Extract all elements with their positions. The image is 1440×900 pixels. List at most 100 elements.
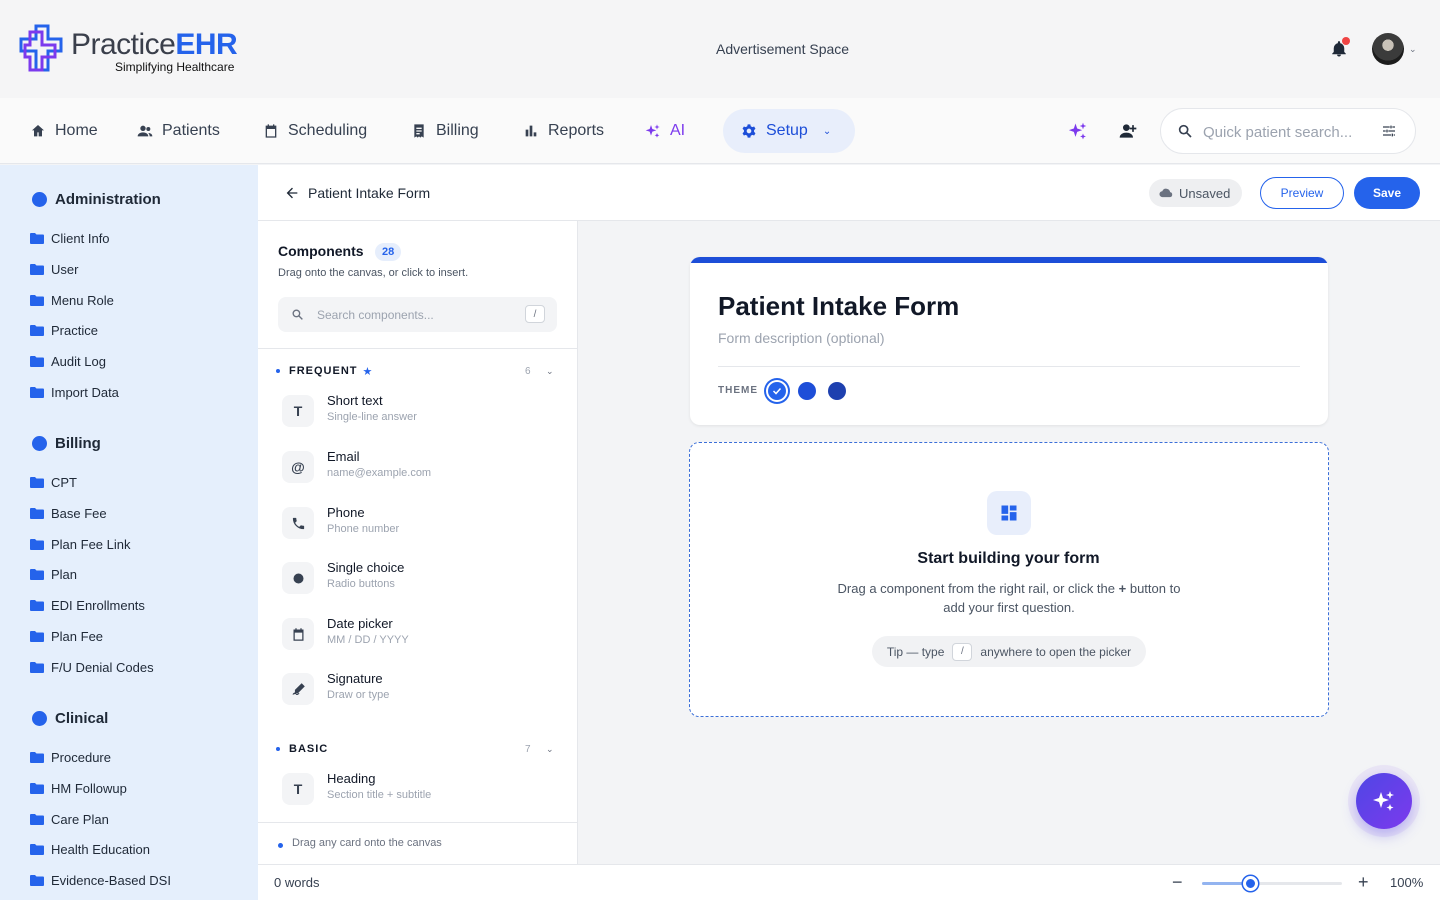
- word-count: 0 words: [274, 875, 320, 890]
- empty-state-title: Start building your form: [917, 550, 1100, 567]
- gear-icon: [742, 124, 756, 138]
- components-search-input[interactable]: [317, 306, 517, 324]
- empty-state-description: Drag a component from the right rail, or…: [837, 581, 1181, 615]
- form-drop-zone[interactable]: Start building your form Drag a componen…: [689, 442, 1329, 717]
- logo-wordmark: PracticeEHR: [71, 28, 238, 61]
- sidebar-item-label: Plan: [51, 567, 78, 583]
- sidebar-item-label: Evidence-Based DSI: [51, 873, 171, 889]
- sidebar-item[interactable]: Menu Role: [30, 293, 114, 308]
- zoom-out-button[interactable]: −: [1172, 872, 1183, 893]
- chevron-down-icon[interactable]: ⌄: [546, 744, 555, 755]
- form-title-card[interactable]: Patient Intake Form Form description (op…: [690, 257, 1328, 425]
- sidebar-item[interactable]: Plan Fee: [30, 629, 103, 644]
- ai-assistant-icon[interactable]: [1068, 121, 1088, 141]
- sidebar-item-label: F/U Denial Codes: [51, 659, 154, 675]
- sidebar-item[interactable]: Practice: [30, 323, 98, 338]
- quick-search-input[interactable]: [1203, 121, 1373, 143]
- theme-swatch-2[interactable]: [798, 382, 816, 400]
- setup-sidebar: Administration Client Info User Menu Role Pr…: [0, 165, 258, 900]
- form-title[interactable]: Patient Intake Form: [718, 291, 959, 322]
- section-header-frequent[interactable]: FREQUENT ★ 6 ⌄: [276, 363, 558, 379]
- back-arrow-icon[interactable]: [284, 185, 300, 201]
- zoom-slider-handle[interactable]: [1242, 876, 1258, 891]
- ai-assist-fab[interactable]: [1356, 773, 1412, 829]
- nav-reports[interactable]: Reports: [523, 98, 604, 164]
- component-card[interactable]: Signature Draw or type: [282, 665, 562, 709]
- nav-setup[interactable]: Setup ⌄: [723, 109, 855, 153]
- sidebar-group-0[interactable]: Administration: [32, 191, 161, 208]
- section-count: 7: [525, 743, 531, 755]
- sidebar-item-label: Menu Role: [51, 292, 114, 308]
- sidebar-item[interactable]: Base Fee: [30, 506, 107, 521]
- section-header-basic[interactable]: BASIC 7 ⌄: [276, 741, 558, 757]
- divider: [718, 366, 1300, 367]
- zoom-in-button[interactable]: +: [1358, 872, 1369, 893]
- nav-billing[interactable]: Billing: [411, 98, 479, 164]
- quick-patient-search[interactable]: [1160, 108, 1416, 154]
- sidebar-item-label: Base Fee: [51, 505, 107, 521]
- sidebar-item-label: Care Plan: [51, 811, 109, 827]
- chevron-down-icon[interactable]: ⌄: [1409, 44, 1417, 55]
- sidebar-group-title: Clinical: [55, 710, 109, 727]
- save-button[interactable]: Save: [1354, 177, 1420, 209]
- form-description-field[interactable]: Form description (optional): [718, 330, 885, 346]
- text-icon: T: [282, 395, 314, 427]
- component-card[interactable]: @ Email name@example.com: [282, 443, 562, 487]
- sidebar-item[interactable]: Plan Fee Link: [30, 537, 131, 552]
- user-avatar[interactable]: [1372, 33, 1404, 65]
- sidebar-item[interactable]: Audit Log: [30, 354, 106, 369]
- component-card[interactable]: Single choice Radio buttons: [282, 554, 562, 598]
- sidebar-item[interactable]: HM Followup: [30, 781, 127, 796]
- sidebar-item[interactable]: CPT: [30, 475, 77, 490]
- nav-home[interactable]: Home: [30, 98, 98, 164]
- sidebar-item[interactable]: Health Education: [30, 842, 150, 857]
- app-logo[interactable]: PracticeEHR Simplifying Healthcare: [19, 24, 249, 74]
- folder-icon: [30, 875, 44, 887]
- sidebar-item[interactable]: Evidence-Based DSI: [30, 873, 171, 888]
- form-canvas: Patient Intake Form Form description (op…: [578, 221, 1440, 864]
- phone-icon: [282, 507, 314, 539]
- folder-icon: [30, 507, 44, 519]
- components-footer: Drag any card onto the canvas: [258, 822, 577, 864]
- component-card[interactable]: T Short text Single-line answer: [282, 387, 562, 431]
- component-card[interactable]: Phone Phone number: [282, 499, 562, 543]
- components-search[interactable]: /: [278, 297, 557, 332]
- add-patient-icon[interactable]: [1118, 121, 1138, 141]
- sidebar-group-2[interactable]: Clinical: [32, 710, 108, 727]
- sidebar-item[interactable]: User: [30, 262, 78, 277]
- sidebar-item[interactable]: EDI Enrollments: [30, 598, 145, 613]
- sparkle-icon: [1373, 791, 1394, 811]
- nav-patients[interactable]: Patients: [137, 98, 220, 164]
- sidebar-item[interactable]: Client Info: [30, 231, 110, 246]
- filter-settings-icon[interactable]: [1381, 123, 1397, 139]
- sidebar-item-label: Procedure: [51, 750, 111, 765]
- footer-dot: [278, 843, 283, 848]
- sidebar-item[interactable]: Import Data: [30, 385, 119, 400]
- nav-patients-label: Patients: [162, 122, 220, 139]
- nav-ai[interactable]: AI: [645, 98, 685, 164]
- component-card[interactable]: Date picker MM / DD / YYYY: [282, 610, 562, 654]
- sidebar-item[interactable]: Plan: [30, 567, 77, 582]
- section-title: FREQUENT: [289, 365, 358, 377]
- theme-swatch-3[interactable]: [828, 382, 846, 400]
- nav-scheduling[interactable]: Scheduling: [263, 98, 367, 164]
- home-icon: [32, 125, 44, 137]
- bar-chart-icon: [525, 125, 537, 137]
- sidebar-item[interactable]: Procedure: [30, 750, 111, 765]
- sidebar-item[interactable]: F/U Denial Codes: [30, 660, 154, 675]
- component-card[interactable]: T Heading Section title + subtitle: [282, 765, 562, 809]
- component-label: Heading: [327, 771, 376, 786]
- logo-tagline: Simplifying Healthcare: [115, 60, 235, 74]
- zoom-slider[interactable]: [1202, 876, 1342, 891]
- group-dot: [32, 711, 47, 726]
- advertisement-space: Advertisement Space: [716, 41, 850, 57]
- chevron-down-icon[interactable]: ⌄: [546, 366, 555, 377]
- sidebar-group-1[interactable]: Billing: [32, 435, 101, 452]
- group-dot: [32, 192, 47, 207]
- preview-button[interactable]: Preview: [1260, 177, 1344, 209]
- sidebar-item-label: Practice: [51, 323, 98, 339]
- text-icon: T: [282, 773, 314, 805]
- nav-setup-label: Setup: [766, 122, 808, 139]
- theme-swatch-1[interactable]: [768, 382, 786, 400]
- sidebar-item[interactable]: Care Plan: [30, 812, 109, 827]
